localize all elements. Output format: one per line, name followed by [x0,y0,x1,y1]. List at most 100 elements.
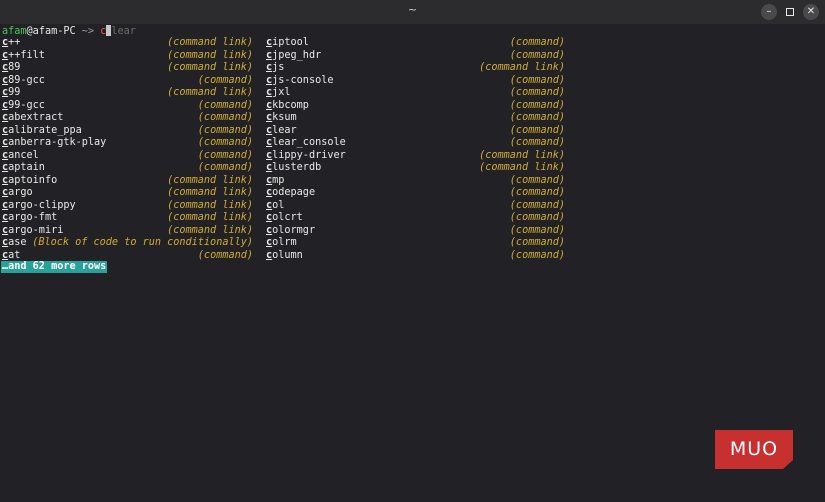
completion-description: (command) [509,37,565,48]
terminal-window: ~ – ✕ afam@afam-PC ~> c lear c++ (command … [0,0,825,502]
completion-description: (command) [509,199,565,211]
title-bar[interactable]: ~ – ✕ [0,0,825,24]
completion-name-rest: 89 [8,62,21,73]
completion-description: (command) [197,112,253,123]
completion-item-cargo-miri[interactable]: cargo-miri [2,225,63,238]
completion-item-codepage[interactable]: codepage [266,187,315,200]
completion-item-cjs-console[interactable]: cjs-console [266,75,333,88]
completion-name-rest: 99 [8,87,21,98]
completion-item-cabextract[interactable]: cabextract [2,112,63,125]
completion-item-cmp[interactable]: cmp [266,175,284,188]
completion-item-colrm[interactable]: colrm [266,237,297,250]
completion-name-rest: at [8,249,21,261]
completion-item-calibrate_ppa[interactable]: calibrate_ppa [2,125,82,138]
completion-description: (command) [509,224,565,236]
completion-name-rest: ++ [8,37,21,48]
completion-name-rest: argo-clippy [8,199,76,211]
muo-watermark: MUO [715,430,793,469]
completion-description: (command link) [167,62,253,73]
completion-item-ciptool[interactable]: ciptool [266,37,309,50]
autosuggestion: lear [111,26,136,37]
completion-item-c++filt[interactable]: c++filt [2,50,45,63]
completion-name-rest: iptool [272,37,309,48]
completion-item-c89[interactable]: c89 [2,62,20,75]
completion-description: (command) [509,99,565,111]
completion-description: (command) [509,187,565,198]
completion-item-c99-gcc[interactable]: c99-gcc [2,100,45,113]
completion-description: (command) [509,249,565,261]
completion-description: (command link) [479,62,565,73]
completion-item-clusterdb[interactable]: clusterdb [266,162,321,175]
completion-name-rest: js-console [272,74,334,86]
prompt-user: afam [2,26,27,37]
completion-item-colormgr[interactable]: colormgr [266,225,315,238]
completion-name-rest: olormgr [272,224,316,236]
completion-name-rest: argo [8,187,33,198]
completion-item-cancel[interactable]: cancel [2,150,39,163]
completion-item-cargo[interactable]: cargo [2,187,33,200]
prompt-host: @afam-PC [26,26,76,37]
completion-item-colcrt[interactable]: colcrt [266,212,303,225]
completion-item-captoinfo[interactable]: captoinfo [2,175,57,188]
completion-description: (command) [197,99,253,111]
window-title: ~ [407,3,418,16]
completion-item-c++[interactable]: c++ [2,37,20,50]
completion-description: (command) [509,112,565,123]
completion-name-rest: anberra-gtk-play [8,137,107,148]
completion-name-rest: argo-fmt [8,212,58,223]
completion-item-clippy-driver[interactable]: clippy-driver [266,150,346,163]
completion-item-cargo-clippy[interactable]: cargo-clippy [2,200,76,213]
completion-description: (command) [509,74,565,86]
completion-name-rest: abextract [8,112,64,123]
completion-item-clear_console[interactable]: clear_console [266,137,346,150]
completion-description: (command) [509,49,565,61]
completion-item-canberra-gtk-play[interactable]: canberra-gtk-play [2,137,106,150]
completion-name-rest: alibrate_ppa [8,124,82,136]
maximize-icon [786,8,794,16]
completion-item-ckbcomp[interactable]: ckbcomp [266,100,309,113]
completion-description: (command) [197,124,253,136]
completion-item-clear[interactable]: clear [266,125,297,138]
completion-description: (command link) [167,37,253,48]
completion-description: (command) [197,249,253,261]
completion-item-column[interactable]: column [266,250,303,263]
completion-item-c99[interactable]: c99 [2,87,20,100]
completion-description: (command) [509,137,565,148]
completion-description: (command link) [167,224,253,236]
completion-description: (Block of code to run conditionally) [32,237,253,248]
completion-name-rest: olumn [272,249,303,261]
terminal-area[interactable]: afam@afam-PC ~> c lear c++ (command link) c… [0,24,825,502]
completion-description: (command link) [167,212,253,223]
more-rows-indicator: …and 62 more rows [1,261,108,273]
maximize-button[interactable] [782,4,798,20]
close-button[interactable]: ✕ [803,4,819,20]
completion-item-cjs[interactable]: cjs [266,62,284,75]
completion-description: (command) [197,149,253,161]
completion-name-rest: ancel [8,149,39,161]
completion-item-cjpeg_hdr[interactable]: cjpeg_hdr [266,50,321,63]
completion-item-col[interactable]: col [266,200,284,213]
completion-item-case[interactable]: case [2,237,27,250]
completion-description: (command) [509,87,565,98]
completion-name-rest: jxl [272,87,291,98]
completion-name-rest: olcrt [272,212,303,223]
completion-item-captain[interactable]: captain [2,162,45,175]
completion-item-cargo-fmt[interactable]: cargo-fmt [2,212,57,225]
completion-description: (command link) [479,162,565,173]
completion-item-c89-gcc[interactable]: c89-gcc [2,75,45,88]
completion-name-rest: kbcomp [272,99,309,111]
completion-description: (command) [509,124,565,136]
completion-name-rest: mp [272,174,285,186]
watermark-text: MUO [729,438,779,460]
completion-description: (command link) [167,49,253,61]
completion-name-rest: ase [8,237,27,248]
completion-description: (command link) [167,174,253,186]
minimize-button[interactable]: – [761,4,777,20]
completion-item-cksum[interactable]: cksum [266,112,297,125]
completion-item-cjxl[interactable]: cjxl [266,87,291,100]
completion-name-rest: aptoinfo [8,174,58,186]
prompt-arrow: ~> [75,26,101,37]
completion-name-rest: argo-miri [8,224,64,236]
completion-name-rest: lear_console [272,137,346,148]
completion-name-rest: lusterdb [272,162,322,173]
